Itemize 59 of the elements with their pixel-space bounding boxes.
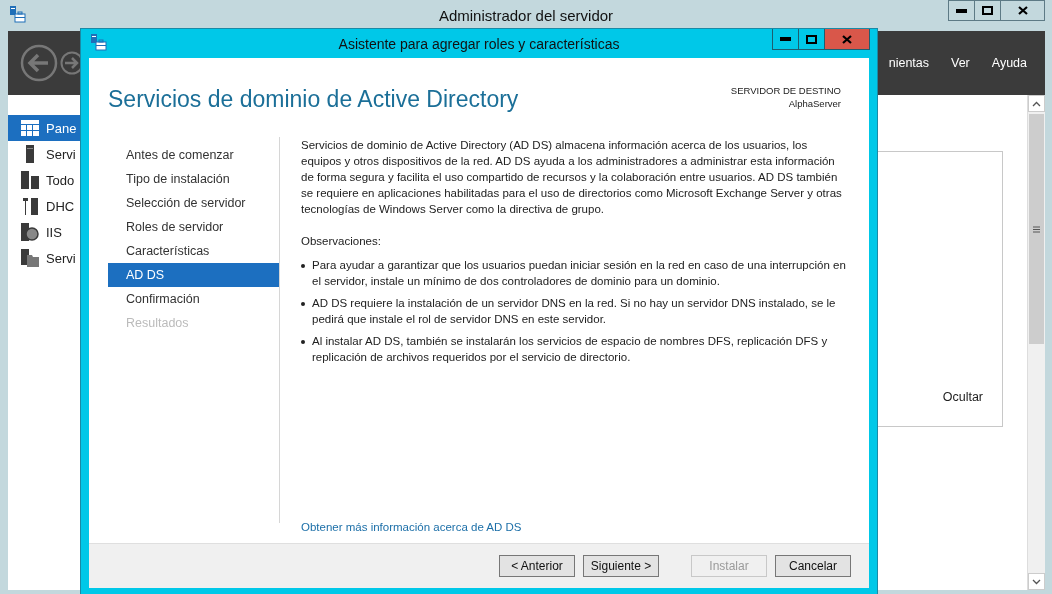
wizard-step[interactable]: AD DS — [108, 263, 279, 287]
minimize-icon — [780, 37, 791, 41]
wizard-step[interactable]: Características — [108, 239, 279, 263]
server-manager-icon — [89, 32, 107, 51]
back-icon[interactable] — [20, 44, 58, 82]
minimize-icon — [956, 8, 967, 13]
wizard-step[interactable]: Confirmación — [108, 287, 279, 311]
scroll-thumb[interactable] — [1029, 114, 1044, 344]
wizard-button[interactable]: Cancelar — [775, 555, 851, 577]
destination-label: SERVIDOR DE DESTINO — [730, 84, 841, 97]
wizard-step[interactable]: Tipo de instalación — [108, 167, 279, 191]
menu-item[interactable]: Ver — [951, 54, 970, 72]
bullet-icon — [301, 264, 305, 268]
chevron-down-icon — [1032, 578, 1041, 585]
destination-server: AlphaServer — [787, 97, 841, 110]
menu-item[interactable]: nientas — [888, 54, 929, 72]
description-text: Servicios de dominio de Active Directory (AD DS) almacena información acerca de los usuarios, los equipos y otros dispositivos de la red. AD DS ayuda a los administradores a administrar esta información de forma segura y facilita el uso compartido de recursos y la colaboración entre usuarios. AD DS también se requiere en aplicaciones habilitadas para el uso de directorios como Microsoft Exchange Server y otras tecnologías de Windows Server como la directiva de grupo. — [301, 138, 843, 217]
scrollbar[interactable] — [1027, 95, 1045, 590]
dashboard-icon — [21, 120, 39, 136]
hide-link[interactable]: Ocultar — [942, 390, 983, 404]
wizard-button[interactable]: Siguiente > — [583, 555, 659, 577]
maximize-button[interactable] — [974, 0, 1001, 21]
sidebar-item[interactable]: IIS — [8, 219, 84, 245]
close-icon — [1017, 6, 1028, 15]
note-text: Al instalar AD DS, también se instalarán los servicios de espacio de nombres DFS, replicación DFS y replicación de archivos requeridos por el servicio de directorio. — [312, 334, 829, 365]
notes-heading: Observaciones: — [301, 234, 382, 249]
window-title: Administrador del servidor — [438, 7, 614, 24]
sidebar-item[interactable]: Servi — [8, 245, 84, 271]
minimize-button[interactable] — [948, 0, 975, 21]
sidebar-item[interactable]: Todo — [8, 167, 84, 193]
wizard-button[interactable]: < Anterior — [499, 555, 575, 577]
minimize-button[interactable] — [772, 29, 799, 50]
server-manager-icon — [8, 4, 26, 23]
sidebar-item[interactable]: Servi — [8, 141, 84, 167]
scroll-down-button[interactable] — [1028, 573, 1045, 590]
close-button[interactable] — [1000, 0, 1045, 21]
maximize-icon — [806, 34, 817, 44]
servers-icon — [21, 171, 39, 189]
bullet-icon — [301, 302, 305, 306]
wizard-step[interactable]: Antes de comenzar — [108, 143, 279, 167]
page-heading: Servicios de dominio de Active Directory — [108, 86, 519, 114]
sidebar-item[interactable]: DHC — [8, 193, 84, 219]
chevron-up-icon — [1032, 100, 1041, 107]
dialog-title: Asistente para agregar roles y características — [338, 35, 620, 52]
menu-item[interactable]: Ayuda — [991, 54, 1027, 72]
grip-icon — [1033, 225, 1040, 233]
folder-server-icon — [21, 249, 39, 267]
maximize-icon — [982, 6, 993, 15]
bullet-icon — [301, 340, 305, 344]
more-info-link[interactable]: Obtener más información acerca de AD DS — [301, 519, 522, 535]
wizard-step[interactable]: Roles de servidor — [108, 215, 279, 239]
globe-server-icon — [21, 223, 39, 241]
scroll-up-button[interactable] — [1028, 95, 1045, 112]
server-icon — [26, 145, 34, 163]
note-text: AD DS requiere la instalación de un servidor DNS en la red. Si no hay un servidor DNS instalado, se le pedirá que instale el rol de servidor DNS en este servidor. — [312, 296, 837, 327]
wizard-step[interactable]: Selección de servidor — [108, 191, 279, 215]
close-icon — [842, 34, 852, 44]
tools-server-icon — [22, 197, 38, 215]
note-text: Para ayudar a garantizar que los usuarios puedan iniciar sesión en la red en caso de una interrupción en el servidor, instale un mínimo de dos controladores de dominio para un dominio. — [312, 258, 847, 289]
